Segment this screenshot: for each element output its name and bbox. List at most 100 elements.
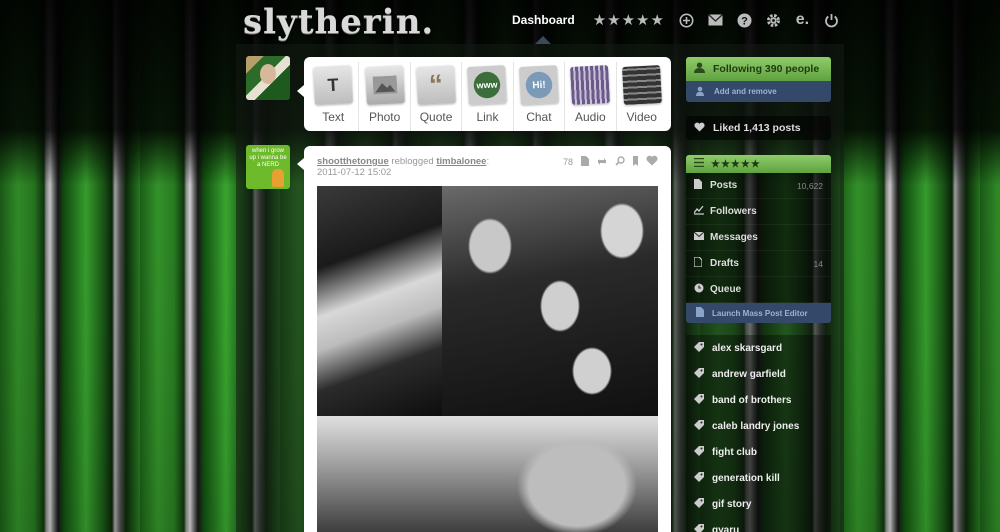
post-pointer	[297, 158, 304, 170]
notes-count[interactable]: 78	[563, 157, 573, 167]
photo-post-icon	[364, 65, 405, 105]
avatar-caption: when i grow up i wanna be a NERD	[249, 148, 287, 168]
tracked-tags: alex skarsgard andrew garfield band of b…	[686, 335, 831, 532]
post-type-photo[interactable]: Photo	[359, 62, 411, 131]
star-rating-link[interactable]: ★★★★★	[593, 11, 665, 29]
avatar-figure	[272, 169, 284, 187]
post-type-label: Text	[322, 110, 345, 124]
post-type-link[interactable]: www Link	[462, 62, 514, 131]
add-remove-button[interactable]: Add and remove	[686, 81, 831, 102]
post-type-label: Chat	[526, 110, 552, 124]
text-post-icon: T	[313, 65, 354, 105]
mail-icon	[693, 231, 710, 243]
sidebar-item-drafts[interactable]: Drafts 14	[686, 251, 831, 277]
tag-item[interactable]: band of brothers	[686, 387, 831, 413]
add-remove-label: Add and remove	[714, 87, 777, 96]
tag-label: gyaru	[712, 524, 740, 532]
tag-icon	[694, 367, 712, 381]
heart-icon	[694, 122, 705, 135]
tag-icon	[694, 497, 712, 511]
tag-label: fight club	[712, 446, 757, 458]
bookmark-icon[interactable]	[633, 156, 638, 168]
sidebar-item-count: 14	[813, 258, 823, 269]
sidebar-item-queue[interactable]: Queue	[686, 277, 831, 303]
post-source-link[interactable]: timbalonee	[436, 156, 486, 167]
heart-icon[interactable]	[646, 155, 658, 169]
tag-icon	[694, 471, 712, 485]
post-type-label: Audio	[574, 110, 606, 124]
page-icon	[694, 179, 710, 192]
mass-post-editor-button[interactable]: Launch Mass Post Editor	[686, 303, 831, 323]
user-avatar[interactable]	[246, 56, 290, 100]
photo-panel-bottom	[317, 416, 658, 532]
post-type-label: Photo	[368, 110, 401, 124]
list-icon	[694, 157, 704, 170]
photo-panel-right	[442, 186, 658, 416]
gear-icon[interactable]	[766, 13, 781, 28]
tag-item[interactable]: andrew garfield	[686, 361, 831, 387]
post-type-label: Video	[626, 110, 657, 124]
plus-icon[interactable]	[679, 13, 694, 28]
following-button[interactable]: Following 390 people	[686, 57, 831, 81]
post-meta: shootthetongue reblogged timbalonee: 201…	[317, 156, 489, 178]
tag-icon	[694, 419, 712, 433]
notes-icon[interactable]	[581, 156, 589, 168]
dashboard-link[interactable]: Dashboard	[512, 13, 575, 27]
tag-item[interactable]: fight club	[686, 439, 831, 465]
sidebar-item-followers[interactable]: Followers	[686, 199, 831, 225]
e-icon[interactable]: e.	[795, 11, 810, 28]
tag-icon	[694, 445, 712, 459]
tag-icon	[694, 341, 712, 355]
post-photo[interactable]	[317, 186, 658, 532]
post-type-panel: T Text Photo “ Quote www Link Hi! Chat A…	[304, 57, 671, 131]
sidebar-item-count: 10,622	[797, 180, 823, 191]
post-type-text[interactable]: T Text	[308, 62, 360, 131]
reblog-icon[interactable]	[597, 157, 607, 168]
sidebar-item-label: Followers	[710, 206, 757, 217]
link-post-icon: www	[467, 65, 508, 105]
blog-logo[interactable]: slytherin.	[243, 2, 434, 42]
logo-text: slytherin.	[243, 2, 435, 42]
person-icon	[694, 62, 705, 76]
sidebar-item-label: Messages	[710, 232, 758, 243]
tag-label: gif story	[712, 498, 752, 510]
sidebar-item-messages[interactable]: Messages	[686, 225, 831, 251]
audio-post-icon	[570, 65, 611, 105]
nav-active-caret	[535, 36, 551, 44]
tag-item[interactable]: gif story	[686, 491, 831, 517]
clock-icon	[694, 283, 710, 296]
tag-item[interactable]: generation kill	[686, 465, 831, 491]
post-type-quote[interactable]: “ Quote	[411, 62, 463, 131]
power-icon[interactable]	[824, 13, 839, 28]
tag-label: alex skarsgard	[712, 342, 783, 354]
tag-label: generation kill	[712, 472, 780, 484]
chart-icon	[693, 205, 710, 218]
draft-icon	[693, 256, 710, 270]
following-label: Following 390 people	[713, 63, 820, 75]
post-type-audio[interactable]: Audio	[565, 62, 617, 131]
sidebar-item-label: Drafts	[710, 258, 739, 269]
mail-icon[interactable]	[708, 13, 723, 28]
post-author-link[interactable]: shootthetongue	[317, 156, 389, 167]
blog-menu: Posts 10,622 Followers Messages Drafts 1…	[686, 173, 831, 303]
mass-editor-label: Launch Mass Post Editor	[712, 308, 808, 318]
tag-item[interactable]: gyaru	[686, 517, 831, 532]
blog-header[interactable]: ★★★★★	[686, 155, 831, 173]
tag-icon	[694, 523, 712, 532]
tag-icon	[694, 393, 712, 407]
post-type-chat[interactable]: Hi! Chat	[514, 62, 566, 131]
post-types-pointer	[297, 85, 304, 97]
sidebar-item-posts[interactable]: Posts 10,622	[686, 173, 831, 199]
help-icon[interactable]: ?	[737, 13, 752, 28]
post-action: reblogged	[391, 156, 434, 167]
search-icon[interactable]	[615, 156, 625, 168]
tag-item[interactable]: caleb landry jones	[686, 413, 831, 439]
post-type-video[interactable]: Video	[617, 62, 667, 131]
post-controls: 78	[555, 155, 658, 169]
sidebar-item-label: Queue	[710, 284, 742, 295]
liked-posts-link[interactable]: Liked 1,413 posts	[686, 116, 831, 140]
blog-title: ★★★★★	[711, 158, 761, 170]
post-type-label: Link	[476, 110, 499, 124]
tag-item[interactable]: alex skarsgard	[686, 335, 831, 361]
reblogger-avatar[interactable]: when i grow up i wanna be a NERD	[246, 145, 290, 189]
